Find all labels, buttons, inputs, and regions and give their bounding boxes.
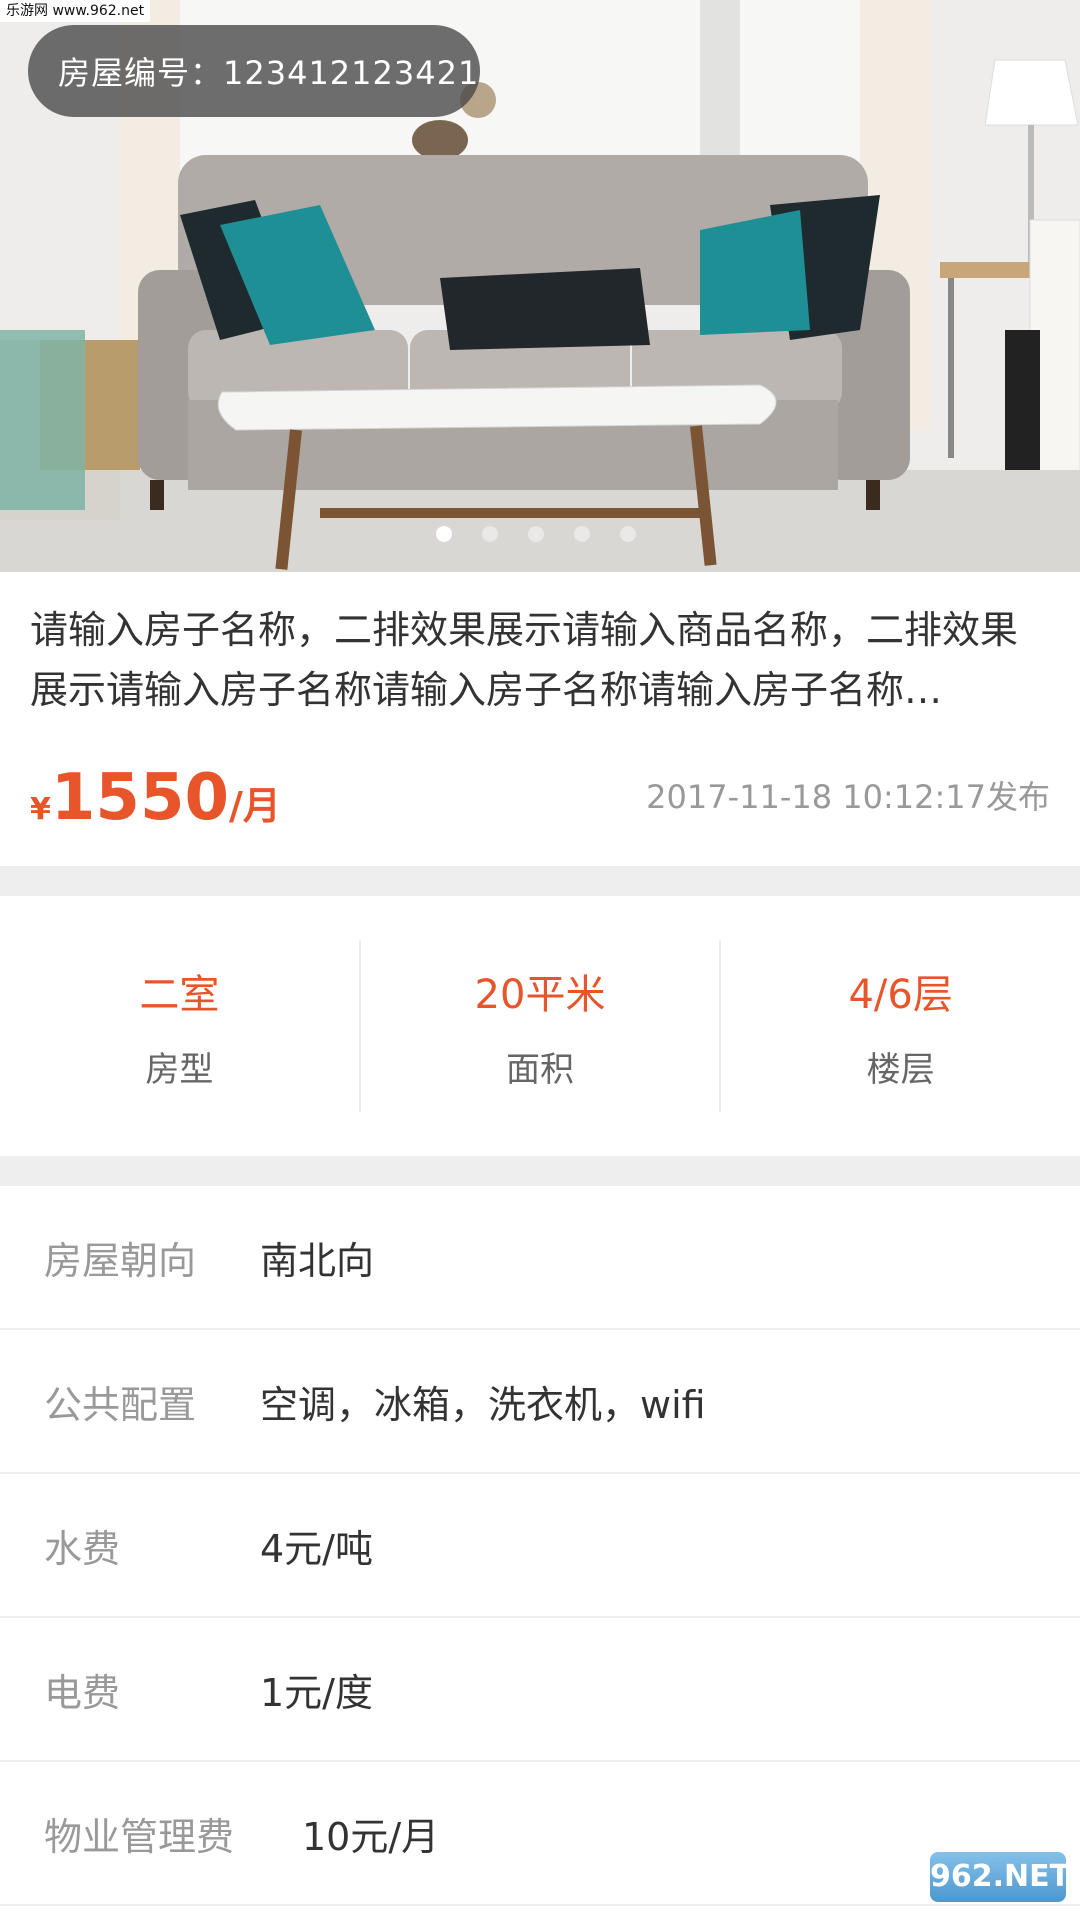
price-row: ¥1550/月 2017-11-18 10:12:17发布 [30,750,1050,830]
detail-row-water-fee: 水费 4元/吨 [0,1474,1080,1618]
house-number-badge: 房屋编号：123412123421 [28,25,480,117]
detail-value: 1元/度 [260,1670,373,1715]
detail-label: 房屋朝向 [44,1238,197,1283]
detail-value: 4元/吨 [260,1526,373,1571]
detail-value: 空调，冰箱，洗衣机，wifi [260,1382,706,1427]
stat-label: 楼层 [866,1049,935,1090]
price-currency: ¥ [30,792,51,827]
stat-room-type: 二室 房型 [0,940,361,1112]
carousel-dot[interactable] [436,526,452,542]
price-unit: /月 [229,784,281,828]
stat-label: 面积 [506,1049,574,1090]
stat-value: 4/6层 [848,971,953,1018]
detail-row-facilities: 公共配置 空调，冰箱，洗衣机，wifi [0,1330,1080,1474]
house-details: 房屋朝向 南北向 公共配置 空调，冰箱，洗衣机，wifi 水费 4元/吨 电费 … [0,1186,1080,1906]
hero-carousel[interactable]: 房屋编号：123412123421 [0,0,1080,572]
detail-row-electric-fee: 电费 1元/度 [0,1618,1080,1762]
price: ¥1550/月 [30,766,281,830]
detail-label: 物业管理费 [44,1814,235,1859]
listing-title: 请输入房子名称，二排效果展示请输入商品名称，二排效果展示请输入房子名称请输入房子… [30,608,1019,712]
stat-floor: 4/6层 楼层 [721,940,1080,1112]
stat-value: 二室 [139,971,220,1018]
price-value: 1550 [50,761,229,835]
carousel-dot[interactable] [574,526,590,542]
section-divider [0,866,1080,896]
stat-area: 20平米 面积 [361,940,722,1112]
detail-value: 10元/月 [302,1814,440,1859]
detail-label: 电费 [44,1670,121,1715]
carousel-indicator [436,526,636,542]
stat-value: 20平米 [474,971,606,1018]
detail-label: 公共配置 [44,1382,197,1427]
detail-label: 水费 [44,1526,121,1571]
carousel-dot[interactable] [620,526,636,542]
detail-row-orientation: 房屋朝向 南北向 [0,1186,1080,1330]
carousel-dot[interactable] [528,526,544,542]
section-divider [0,1156,1080,1186]
watermark-logo: 962.NET [930,1852,1070,1902]
house-stats: 二室 房型 20平米 面积 4/6层 楼层 [0,896,1080,1156]
watermark-top: 乐游网 www.962.net [0,0,151,22]
detail-row-property-fee: 物业管理费 10元/月 [0,1762,1080,1906]
detail-value: 南北向 [260,1238,375,1283]
publish-time: 2017-11-18 10:12:17发布 [646,778,1050,816]
stat-label: 房型 [145,1049,214,1090]
carousel-dot[interactable] [482,526,498,542]
